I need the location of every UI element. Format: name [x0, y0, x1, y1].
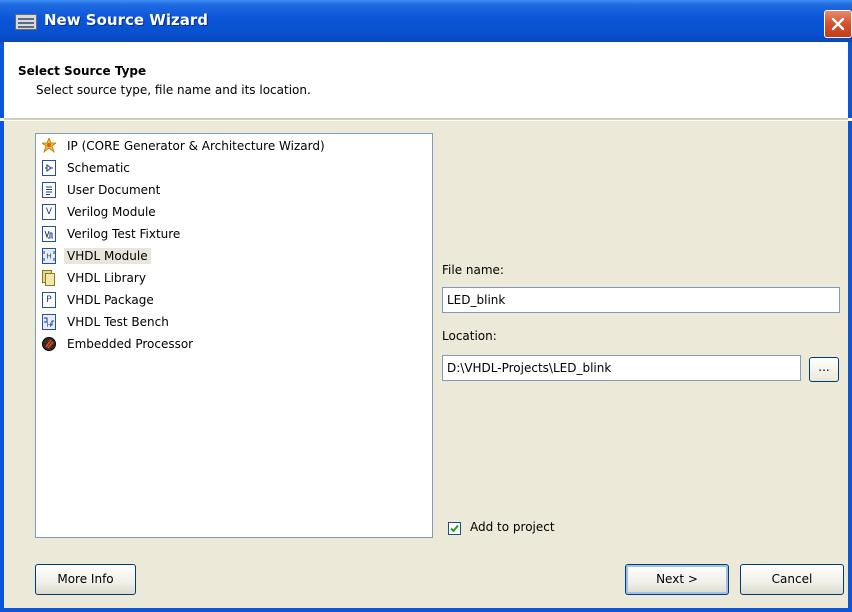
next-button[interactable]: Next >	[625, 564, 729, 595]
list-item-label: Verilog Module	[67, 205, 156, 219]
browse-button[interactable]: ...	[809, 357, 839, 382]
schematic-icon	[42, 160, 56, 176]
list-item-verilog-module[interactable]: V Verilog Module	[42, 202, 159, 222]
page-subtitle: Select source type, file name and its lo…	[36, 83, 311, 97]
list-item-label: VHDL Library	[67, 271, 146, 285]
list-item-label: VHDL Test Bench	[67, 315, 169, 329]
close-button[interactable]	[824, 10, 852, 38]
list-item-label: VHDL Module	[64, 248, 151, 264]
list-item-vhdl-package[interactable]: P VHDL Package	[42, 290, 157, 310]
more-info-button[interactable]: More Info	[35, 564, 136, 595]
list-item-label: Embedded Processor	[67, 337, 194, 351]
cancel-button[interactable]: Cancel	[740, 564, 844, 595]
list-item-ip[interactable]: IP (CORE Generator & Architecture Wizard…	[40, 136, 328, 156]
list-item-schematic[interactable]: Schematic	[42, 158, 133, 178]
vhdl-module-icon: H	[42, 248, 56, 264]
close-icon	[831, 17, 845, 31]
file-name-label: File name:	[442, 263, 504, 277]
svg-text:H: H	[46, 253, 51, 261]
embedded-processor-icon	[42, 336, 56, 352]
wizard-header: Select Source Type Select source type, f…	[0, 42, 852, 118]
list-item-label: Schematic	[67, 161, 130, 175]
verilog-test-fixture-icon	[42, 226, 56, 242]
new-source-wizard-window: New Source Wizard Select Source Type Sel…	[0, 0, 852, 612]
list-item-label: User Document	[67, 183, 161, 197]
file-name-input[interactable]: LED_blink	[442, 287, 840, 313]
list-item-verilog-test-fixture[interactable]: Verilog Test Fixture	[42, 224, 183, 244]
vhdl-package-icon: P	[42, 292, 56, 308]
page-title: Select Source Type	[18, 64, 147, 78]
source-type-list[interactable]: IP (CORE Generator & Architecture Wizard…	[35, 133, 433, 538]
list-item-user-document[interactable]: User Document	[42, 180, 163, 200]
checkmark-icon	[450, 524, 459, 533]
verilog-module-icon: V	[42, 204, 56, 220]
add-to-project-checkbox[interactable]	[448, 522, 461, 535]
user-document-icon	[42, 182, 56, 198]
list-item-label: VHDL Package	[67, 293, 154, 307]
list-item-label: Verilog Test Fixture	[67, 227, 181, 241]
list-item-vhdl-module[interactable]: H VHDL Module	[42, 246, 151, 266]
wizard-body: IP (CORE Generator & Architecture Wizard…	[0, 121, 852, 612]
vhdl-library-icon	[42, 270, 56, 286]
list-item-label: IP (CORE Generator & Architecture Wizard…	[67, 139, 325, 153]
location-label: Location:	[442, 329, 497, 343]
add-to-project-label: Add to project	[470, 520, 555, 534]
title-bar[interactable]: New Source Wizard	[0, 0, 852, 42]
location-input[interactable]: D:\VHDL-Projects\LED_blink	[442, 355, 801, 381]
app-icon	[15, 14, 37, 30]
window-title: New Source Wizard	[44, 11, 208, 29]
vhdl-test-bench-icon: H	[42, 314, 56, 330]
list-item-vhdl-library[interactable]: VHDL Library	[42, 268, 149, 288]
list-item-embedded-processor[interactable]: Embedded Processor	[42, 334, 196, 354]
svg-text:H: H	[47, 322, 52, 328]
ip-core-icon	[40, 136, 58, 154]
list-item-vhdl-test-bench[interactable]: H VHDL Test Bench	[42, 312, 172, 332]
